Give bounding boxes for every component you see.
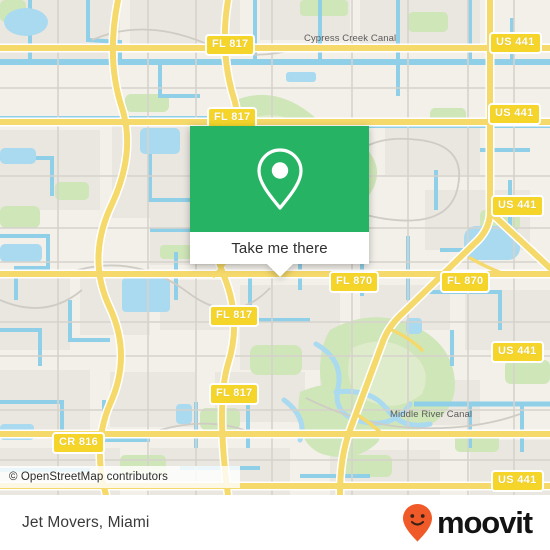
highway-shield-us441[interactable]: US 441 (491, 195, 544, 217)
highway-shield-us441[interactable]: US 441 (488, 103, 541, 125)
map-label-cypress-creek-canal: Cypress Creek Canal (304, 33, 397, 44)
highway-shield-cr816[interactable]: CR 816 (52, 432, 106, 454)
map-label-middle-river-canal: Middle River Canal (390, 409, 473, 420)
take-me-there-popup[interactable]: Take me there (190, 126, 369, 277)
highway-shield-us441[interactable]: US 441 (489, 32, 542, 54)
highway-shield-us441[interactable]: US 441 (491, 341, 544, 363)
popup-footer[interactable]: Take me there (190, 232, 369, 277)
map-canvas[interactable]: Cypress Creek Canal Middle River Canal F… (0, 0, 550, 495)
highway-shield-fl817[interactable]: FL 817 (205, 34, 256, 56)
moovit-pin-icon (402, 503, 432, 542)
moovit-wordmark: moovit (436, 505, 533, 540)
moovit-map-screen: Cypress Creek Canal Middle River Canal F… (0, 0, 550, 550)
take-me-there-label: Take me there (231, 239, 328, 257)
highway-shield-fl817[interactable]: FL 817 (209, 305, 260, 327)
highway-shield-fl817[interactable]: FL 817 (209, 383, 260, 405)
place-title: Jet Movers, Miami (22, 513, 150, 531)
highway-shield-fl870[interactable]: FL 870 (329, 271, 380, 293)
popup-tail-icon (266, 264, 293, 277)
map-pin-icon (256, 148, 303, 210)
bottom-bar: Jet Movers, Miami moovit (0, 495, 550, 550)
moovit-logo[interactable]: moovit (401, 503, 533, 543)
highway-shield-us441[interactable]: US 441 (491, 470, 544, 492)
attribution-text: © OpenStreetMap contributors (9, 471, 168, 483)
map-attribution[interactable]: © OpenStreetMap contributors (0, 466, 240, 488)
highway-shield-fl870[interactable]: FL 870 (440, 271, 491, 293)
popup-header (190, 126, 369, 232)
